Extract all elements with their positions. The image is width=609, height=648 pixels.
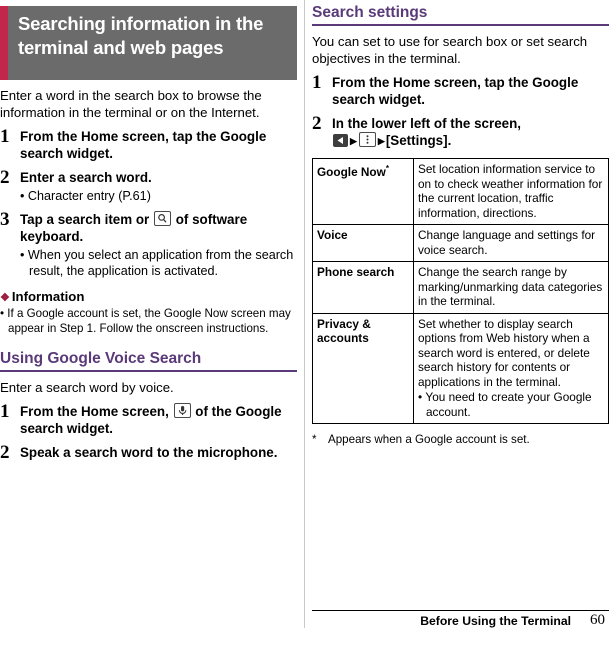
- table-term-footnote-marker: *: [385, 164, 389, 173]
- right-step-2-text-b: [Settings].: [385, 133, 452, 148]
- left-step-2-number: 2: [0, 167, 10, 188]
- information-item-text: If a Google account is set, the Google N…: [7, 307, 291, 335]
- search-settings-table: Google Now* Set location information ser…: [312, 158, 609, 424]
- footnote-marker: *: [312, 433, 317, 446]
- table-footnote: * Appears when a Google account is set.: [312, 432, 609, 447]
- information-heading: ❖ Information: [0, 289, 297, 304]
- voice-step-2: 2 Speak a search word to the microphone.: [0, 442, 297, 463]
- table-row: Privacy & accounts Set whether to displa…: [312, 312, 609, 424]
- voice-search-intro: Enter a search word by voice.: [0, 380, 174, 395]
- section-banner: Searching information in the terminal an…: [0, 6, 297, 80]
- table-desc-substep: • You need to create your Google account…: [418, 390, 592, 419]
- table-desc-substep-text: You need to create your Google account.: [425, 390, 592, 419]
- document-page: Searching information in the terminal an…: [0, 0, 609, 648]
- right-step-2: 2 In the lower left of the screen, ▶ ▶[S…: [312, 113, 609, 150]
- left-step-2-text: Enter a search word.: [20, 170, 152, 185]
- microphone-icon: [173, 403, 191, 418]
- left-step-3-text-a: Tap a search item or: [20, 212, 150, 227]
- page-footer: Before Using the Terminal 60: [0, 610, 609, 640]
- search-magnifier-key-icon: [153, 211, 171, 226]
- left-step-3-substep: • When you select an application from th…: [20, 248, 294, 278]
- left-step-1-number: 1: [0, 126, 10, 147]
- right-step-2-text-a: In the lower left of the screen,: [332, 116, 521, 131]
- table-cell-term: Voice: [312, 224, 414, 262]
- table-row: Phone search Change the search range by …: [312, 261, 609, 314]
- information-item: • If a Google account is set, the Google…: [0, 307, 291, 335]
- voice-search-heading: Using Google Voice Search: [0, 349, 297, 372]
- left-step-3-substep-text: When you select an application from the …: [27, 248, 294, 278]
- table-cell-desc: Change language and settings for voice s…: [413, 224, 609, 262]
- left-intro-paragraph: Enter a word in the search box to browse…: [0, 88, 262, 120]
- diamond-icon: ❖: [0, 292, 10, 304]
- right-column: Search settings You can set to use for s…: [312, 0, 609, 447]
- table-term-text: Google Now: [317, 164, 386, 179]
- menu-overflow-icon: [358, 132, 376, 147]
- voice-step-1-text-a: From the Home screen,: [20, 404, 169, 419]
- arrow-right-icon-2: ▶: [377, 136, 385, 146]
- table-cell-desc: Change the search range by marking/unmar…: [413, 261, 609, 314]
- banner-title: Searching information in the terminal an…: [18, 13, 264, 58]
- table-cell-desc: Set whether to display search options fr…: [413, 312, 609, 424]
- left-step-2-substep: • Character entry (P.61): [20, 189, 151, 203]
- table-row: Voice Change language and settings for v…: [312, 224, 609, 262]
- arrow-right-icon-1: ▶: [350, 136, 357, 146]
- table-cell-term: Privacy & accounts: [312, 312, 414, 424]
- information-heading-text: Information: [11, 289, 85, 304]
- right-step-1-text: From the Home screen, tap the Google sea…: [332, 75, 579, 107]
- left-step-3-number: 3: [0, 209, 10, 230]
- right-step-1-number: 1: [312, 72, 322, 93]
- footer-chapter-label: Before Using the Terminal: [420, 614, 571, 628]
- column-divider: [304, 0, 305, 628]
- table-cell-desc: Set location information service to on t…: [413, 158, 609, 225]
- voice-step-1-number: 1: [0, 401, 10, 422]
- voice-step-2-number: 2: [0, 442, 10, 463]
- banner-accent-bar: [0, 6, 8, 80]
- voice-step-2-text: Speak a search word to the microphone.: [20, 445, 278, 460]
- voice-step-1: 1 From the Home screen, of the Google se…: [0, 401, 297, 437]
- left-step-3: 3 Tap a search item or of software keybo…: [0, 209, 297, 279]
- table-desc-text: Set whether to display search options fr…: [418, 316, 590, 389]
- search-settings-heading: Search settings: [312, 3, 609, 26]
- search-settings-intro: You can set to use for search box or set…: [312, 34, 588, 66]
- footer-rule: [312, 610, 609, 611]
- back-key-icon: [333, 134, 348, 147]
- right-step-1: 1 From the Home screen, tap the Google s…: [312, 72, 609, 108]
- table-cell-term: Google Now*: [312, 158, 414, 225]
- left-column: Searching information in the terminal an…: [0, 0, 297, 462]
- left-step-2-substep-text: Character entry (P.61): [27, 189, 151, 203]
- right-step-2-number: 2: [312, 113, 322, 134]
- table-row: Google Now* Set location information ser…: [312, 158, 609, 225]
- left-step-1-text: From the Home screen, tap the Google sea…: [20, 129, 267, 161]
- footer-page-number: 60: [590, 612, 605, 628]
- left-step-1: 1 From the Home screen, tap the Google s…: [0, 126, 297, 162]
- left-step-2: 2 Enter a search word. • Character entry…: [0, 167, 297, 204]
- footnote-text: Appears when a Google account is set.: [328, 433, 530, 446]
- table-cell-term: Phone search: [312, 261, 414, 314]
